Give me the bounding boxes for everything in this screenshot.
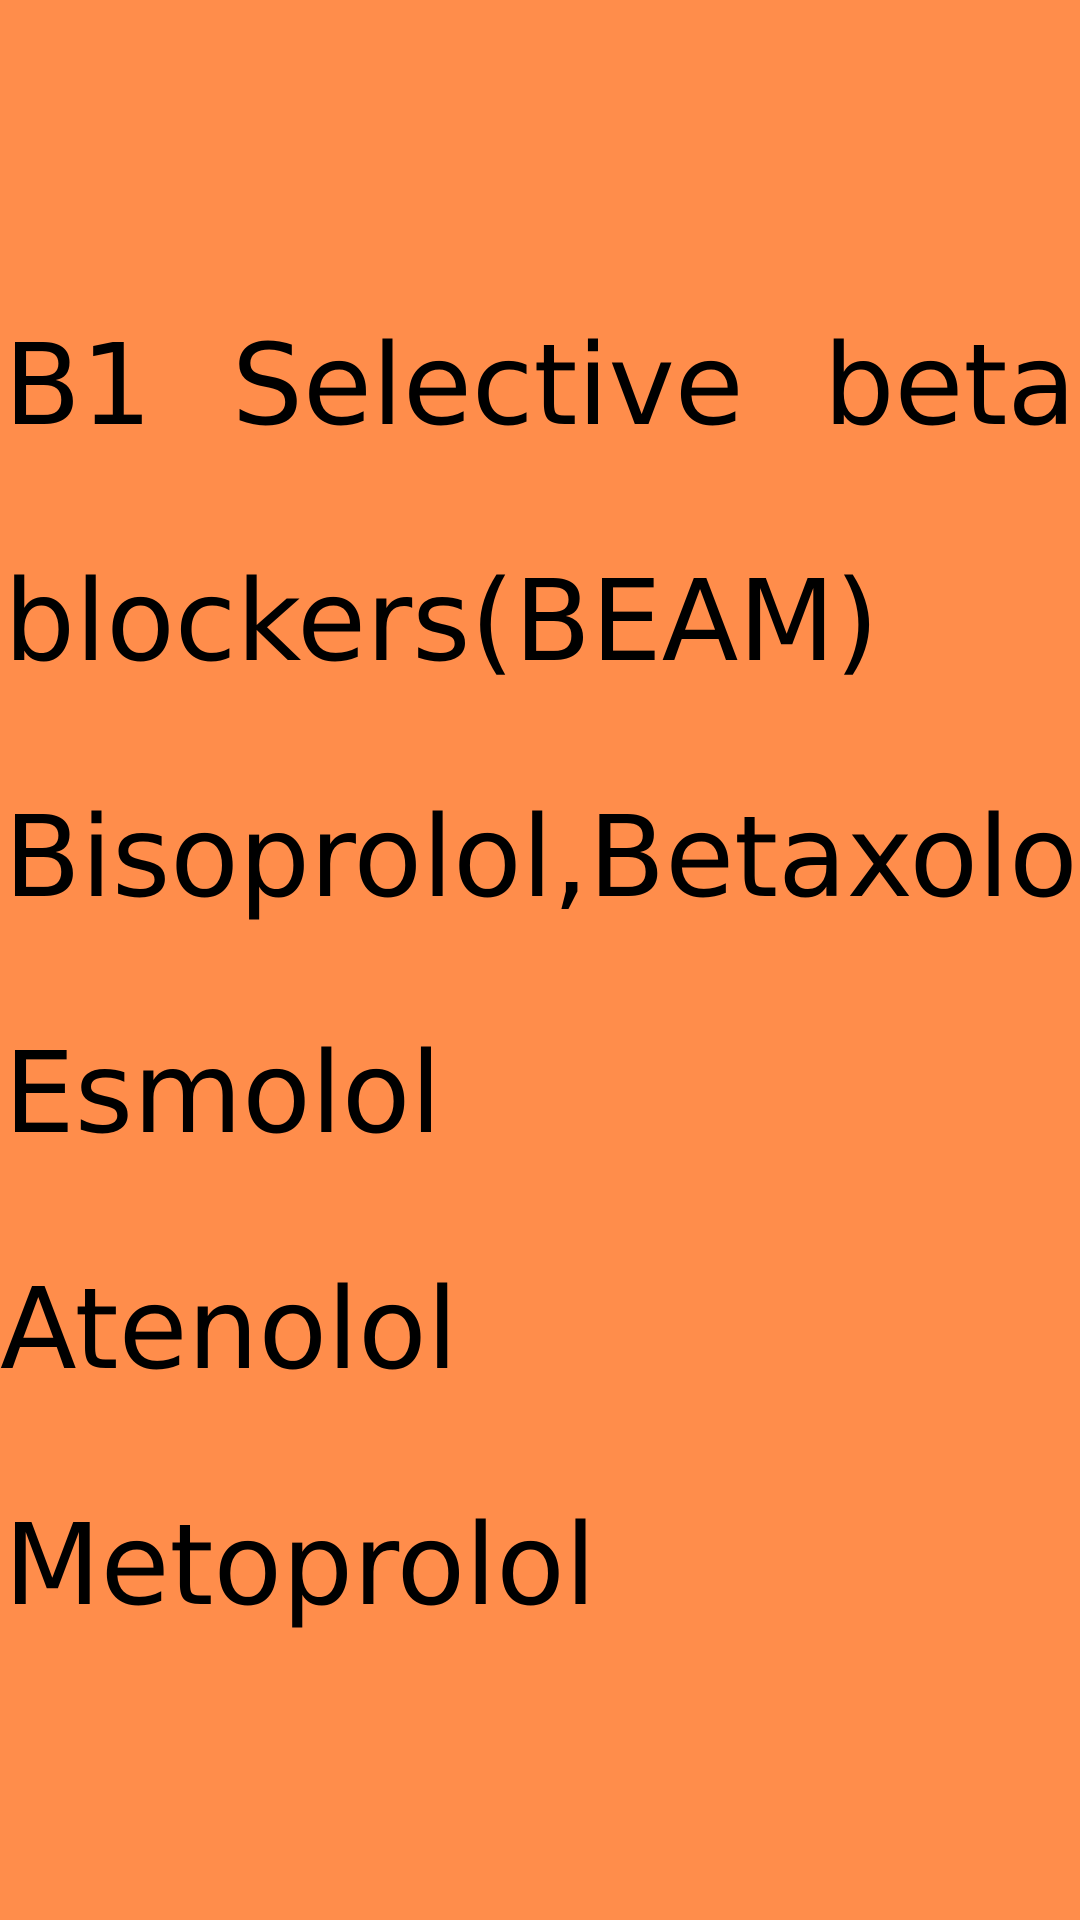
heading-word-selective: Selective [231, 321, 744, 451]
heading-word-b1: B1 [4, 321, 153, 451]
drug-item-bisoprolol-betaxolol: Bisoprolol,Betaxolol [4, 793, 1080, 923]
heading-continuation: blockers(BEAM) [4, 557, 879, 687]
heading-line: B1 Selective beta [4, 330, 1076, 442]
drug-item-esmolol: Esmolol [4, 1029, 442, 1159]
heading-word-beta: beta [823, 321, 1076, 451]
drug-item-atenolol: Atenolol [0, 1265, 458, 1395]
drug-item-metoprolol: Metoprolol [4, 1501, 596, 1631]
